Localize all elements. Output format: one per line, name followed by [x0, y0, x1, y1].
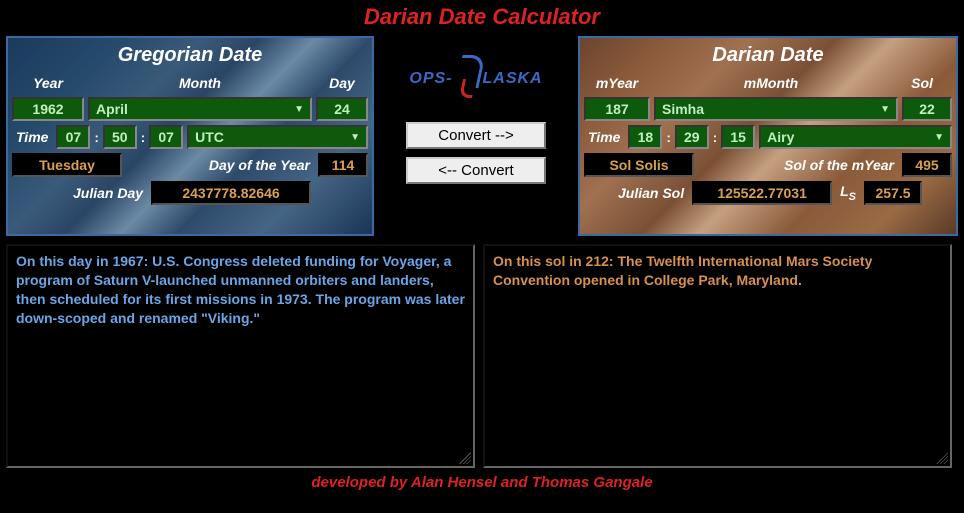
- top-row: Gregorian Date Year Month Day 1962 April…: [0, 36, 964, 236]
- darian-solname-row: Sol Solis Sol of the mYear 495: [584, 153, 952, 177]
- mars-history-textarea[interactable]: On this sol in 212: The Twelfth Internat…: [483, 244, 952, 468]
- center-column: OPS- LASKA Convert --> <-- Convert: [380, 36, 572, 236]
- mmonth-select-value: Simha: [662, 101, 704, 117]
- colon: :: [666, 130, 670, 145]
- gregorian-ymd-inputs: 1962 April ▼ 24: [12, 97, 368, 121]
- label-myear: mYear: [592, 73, 642, 93]
- darian-title: Darian Date: [584, 42, 952, 73]
- chevron-down-icon: ▼: [294, 104, 304, 115]
- jd-output: 2437778.82646: [151, 181, 311, 205]
- label-jd: Julian Day: [69, 183, 147, 203]
- sol-input[interactable]: 22: [902, 97, 952, 121]
- history-row: On this day in 1967: U.S. Congress delet…: [0, 236, 964, 468]
- chevron-down-icon: ▼: [350, 132, 360, 143]
- darian-ymd-labels: mYear mMonth Sol: [584, 73, 952, 93]
- mminute-input[interactable]: 29: [675, 125, 709, 149]
- logo-swoosh-icon: [455, 59, 481, 99]
- minute-input[interactable]: 50: [103, 125, 137, 149]
- gregorian-ymd-labels: Year Month Day: [12, 73, 368, 93]
- earth-history-text: On this day in 1967: U.S. Congress delet…: [16, 253, 465, 326]
- timezone-select[interactable]: UTC ▼: [187, 125, 368, 149]
- label-month: Month: [175, 73, 225, 93]
- ls-output: 257.5: [864, 181, 922, 205]
- label-mmonth: mMonth: [740, 73, 802, 93]
- darian-time-row: Time 18 : 29 : 15 Airy ▼: [584, 125, 952, 149]
- gregorian-panel: Gregorian Date Year Month Day 1962 April…: [6, 36, 374, 236]
- year-input[interactable]: 1962: [12, 97, 84, 121]
- colon: :: [141, 130, 145, 145]
- logo-right: LASKA: [483, 70, 543, 88]
- mmonth-select[interactable]: Simha ▼: [654, 97, 898, 121]
- doy-output: 114: [318, 153, 368, 177]
- chevron-down-icon: ▼: [934, 132, 944, 143]
- label-sol: Sol: [907, 73, 937, 93]
- month-select-value: April: [96, 101, 128, 117]
- colon: :: [713, 130, 717, 145]
- label-mtime: Time: [584, 127, 624, 147]
- second-input[interactable]: 07: [149, 125, 183, 149]
- hour-input[interactable]: 07: [56, 125, 90, 149]
- mars-history-text: On this sol in 212: The Twelfth Internat…: [493, 253, 872, 288]
- darian-ymd-inputs: 187 Simha ▼ 22: [584, 97, 952, 121]
- colon: :: [94, 130, 98, 145]
- darian-panel: Darian Date mYear mMonth Sol 187 Simha ▼…: [578, 36, 958, 236]
- earth-history-textarea[interactable]: On this day in 1967: U.S. Congress delet…: [6, 244, 475, 468]
- day-input[interactable]: 24: [316, 97, 368, 121]
- month-select[interactable]: April ▼: [88, 97, 312, 121]
- msecond-input[interactable]: 15: [721, 125, 755, 149]
- mhour-input[interactable]: 18: [628, 125, 662, 149]
- footer-credit: developed by Alan Hensel and Thomas Gang…: [0, 468, 964, 491]
- convert-to-gregorian-button[interactable]: <-- Convert: [406, 157, 546, 184]
- darian-js-row: Julian Sol 125522.77031 LS 257.5: [584, 181, 952, 205]
- weekday-output: Tuesday: [12, 153, 122, 177]
- chevron-down-icon: ▼: [880, 104, 890, 115]
- meridian-select[interactable]: Airy ▼: [759, 125, 952, 149]
- label-time: Time: [12, 127, 52, 147]
- soy-output: 495: [902, 153, 952, 177]
- timezone-select-value: UTC: [195, 129, 224, 145]
- js-output: 125522.77031: [692, 181, 832, 205]
- resize-handle-icon[interactable]: [936, 452, 948, 464]
- resize-handle-icon[interactable]: [459, 452, 471, 464]
- logo-left: OPS-: [409, 70, 452, 88]
- convert-to-darian-button[interactable]: Convert -->: [406, 122, 546, 149]
- gregorian-time-row: Time 07 : 50 : 07 UTC ▼: [12, 125, 368, 149]
- meridian-select-value: Airy: [767, 129, 794, 145]
- label-day: Day: [325, 73, 359, 93]
- gregorian-title: Gregorian Date: [12, 42, 368, 73]
- page-title: Darian Date Calculator: [0, 0, 964, 36]
- ops-alaska-logo: OPS- LASKA: [409, 44, 542, 114]
- solname-output: Sol Solis: [584, 153, 694, 177]
- label-ls: LS: [836, 181, 860, 205]
- gregorian-jd-row: Julian Day 2437778.82646: [12, 181, 368, 205]
- label-js: Julian Sol: [614, 183, 688, 203]
- myear-input[interactable]: 187: [584, 97, 650, 121]
- label-year: Year: [29, 73, 67, 93]
- label-soy: Sol of the mYear: [780, 155, 898, 175]
- gregorian-weekday-row: Tuesday Day of the Year 114: [12, 153, 368, 177]
- label-doy: Day of the Year: [205, 155, 314, 175]
